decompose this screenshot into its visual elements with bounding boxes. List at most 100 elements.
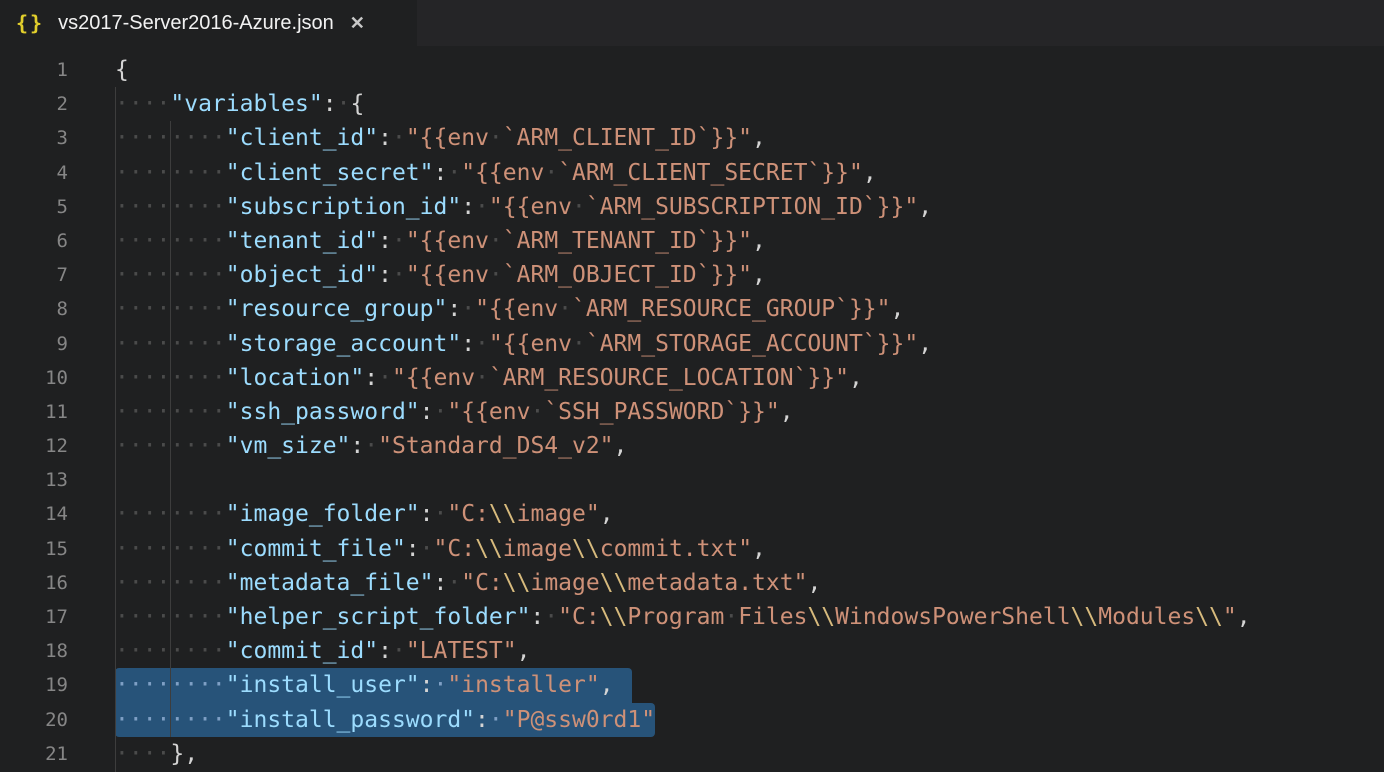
code-line[interactable]: 8 ········"resource_group":·"{{env·`ARM_R… bbox=[0, 292, 1384, 326]
tab-vs2017-server2016-azure[interactable]: {} vs2017-Server2016-Azure.json ✕ bbox=[0, 0, 417, 46]
code-line[interactable]: 10 ········"location":·"{{env·`ARM_RESOUR… bbox=[0, 361, 1384, 395]
code-token: "subscription_id" bbox=[226, 194, 461, 220]
code-line[interactable]: 1{ bbox=[0, 53, 1384, 87]
code-token: image" bbox=[517, 501, 600, 527]
code-content: ····}, bbox=[115, 737, 1384, 771]
whitespace-dots: · bbox=[489, 228, 503, 254]
code-token: "{{env·`SSH_PASSWORD`}}" bbox=[447, 399, 779, 425]
code-token: "ssh_password" bbox=[226, 399, 420, 425]
line-number[interactable]: 7 bbox=[0, 258, 68, 292]
code-token: \\ bbox=[503, 570, 531, 596]
close-tab-icon[interactable]: ✕ bbox=[350, 13, 365, 34]
code-line[interactable]: 6········"tenant_id":·"{{env·`ARM_TENANT… bbox=[0, 224, 1384, 258]
code-line[interactable]: 3········"client_id":·"{{env·`ARM_CLIENT… bbox=[0, 121, 1384, 155]
whitespace-dots: · bbox=[489, 125, 503, 151]
code-token: , bbox=[1237, 604, 1251, 630]
line-number[interactable]: 17 bbox=[0, 600, 68, 634]
line-number[interactable]: 1 bbox=[0, 53, 68, 87]
code-editor[interactable]: 1{2····"variables":·{3········"client_id… bbox=[0, 46, 1384, 772]
code-line[interactable]: 14········"image_folder":·"C:\\image", bbox=[0, 497, 1384, 531]
whitespace-dots: · bbox=[572, 331, 586, 357]
selection-newline-tail bbox=[614, 668, 632, 702]
code-token: , bbox=[752, 536, 766, 562]
code-token: , bbox=[752, 262, 766, 288]
code-line[interactable]: 21 ····}, bbox=[0, 737, 1384, 771]
code-token: \\ bbox=[475, 536, 503, 562]
whitespace-dots: · bbox=[447, 160, 461, 186]
line-number[interactable]: 19 bbox=[0, 668, 68, 702]
whitespace-dots: · bbox=[489, 707, 503, 733]
code-token: "resource_group" bbox=[226, 296, 448, 322]
code-token: , bbox=[807, 570, 821, 596]
code-token: "{{env·`ARM_TENANT_ID`}}" bbox=[406, 228, 752, 254]
code-line[interactable]: 9········"storage_account":·"{{env·`ARM_… bbox=[0, 327, 1384, 361]
line-number[interactable]: 8 bbox=[0, 292, 68, 326]
code-line[interactable]: 15········"commit_file":·"C:\\image\\com… bbox=[0, 532, 1384, 566]
code-line[interactable]: 13 bbox=[0, 463, 1384, 497]
whitespace-dots: · bbox=[434, 501, 448, 527]
code-token: :· bbox=[350, 433, 378, 459]
code-content: ········"helper_script_folder":·"C:\\Pro… bbox=[115, 600, 1384, 634]
code-token: metadata.txt" bbox=[627, 570, 807, 596]
code-token: , bbox=[600, 672, 614, 698]
code-token: :· bbox=[461, 194, 489, 220]
code-token: :· bbox=[434, 570, 462, 596]
line-number[interactable]: 14 bbox=[0, 497, 68, 531]
line-number[interactable]: 20 bbox=[0, 703, 68, 737]
line-number[interactable]: 4 bbox=[0, 156, 68, 190]
code-line[interactable]: 18········"commit_id":·"LATEST", bbox=[0, 634, 1384, 668]
line-number[interactable]: 21 bbox=[0, 737, 68, 771]
tab-bar: {} vs2017-Server2016-Azure.json ✕ bbox=[0, 0, 1384, 46]
line-number[interactable]: 13 bbox=[0, 463, 68, 497]
code-content: ········"metadata_file":·"C:\\image\\met… bbox=[115, 566, 1384, 600]
line-number[interactable]: 10 bbox=[0, 361, 68, 395]
code-token: "{{env·`ARM_RESOURCE_LOCATION`}}" bbox=[392, 365, 849, 391]
line-number[interactable]: 12 bbox=[0, 429, 68, 463]
whitespace-dots: · bbox=[724, 604, 738, 630]
line-number[interactable]: 18 bbox=[0, 634, 68, 668]
whitespace-dots: · bbox=[378, 365, 392, 391]
code-token: :· bbox=[364, 365, 392, 391]
whitespace-dots: · bbox=[392, 125, 406, 151]
whitespace-dots: · bbox=[475, 194, 489, 220]
whitespace-dots: · bbox=[544, 604, 558, 630]
line-number[interactable]: 6 bbox=[0, 224, 68, 258]
code-line[interactable]: 7········"object_id":·"{{env·`ARM_OBJECT… bbox=[0, 258, 1384, 292]
code-line[interactable]: 5········"subscription_id":·"{{env·`ARM_… bbox=[0, 190, 1384, 224]
code-token: "P@ssw0rd1" bbox=[503, 707, 655, 733]
line-number[interactable]: 5 bbox=[0, 190, 68, 224]
code-content: ········"image_folder":·"C:\\image", bbox=[115, 497, 1384, 531]
indent-guide bbox=[170, 121, 171, 737]
whitespace-dots: · bbox=[392, 638, 406, 664]
code-line[interactable]: 12········"vm_size":·"Standard_DS4_v2", bbox=[0, 429, 1384, 463]
code-line[interactable]: 20········"install_password":·"P@ssw0rd1… bbox=[0, 703, 1384, 737]
line-number[interactable]: 9 bbox=[0, 327, 68, 361]
code-line[interactable]: 16 ········"metadata_file":·"C:\\image\\m… bbox=[0, 566, 1384, 600]
code-content: ········"subscription_id":·"{{env·`ARM_S… bbox=[115, 190, 1384, 224]
code-token: "object_id" bbox=[226, 262, 378, 288]
line-number[interactable]: 15 bbox=[0, 532, 68, 566]
code-token: "{{env·`ARM_SUBSCRIPTION_ID`}}" bbox=[489, 194, 918, 220]
code-token: "install_user" bbox=[226, 672, 420, 698]
code-token: :· bbox=[530, 604, 558, 630]
whitespace-dots: · bbox=[544, 160, 558, 186]
indent-guide bbox=[115, 87, 116, 772]
code-line[interactable]: 17········"helper_script_folder":·"C:\\P… bbox=[0, 600, 1384, 634]
code-token: "image_folder" bbox=[226, 501, 420, 527]
line-number[interactable]: 2 bbox=[0, 87, 68, 121]
code-content: ········"resource_group":·"{{env·`ARM_RE… bbox=[115, 292, 1384, 326]
line-number[interactable]: 3 bbox=[0, 121, 68, 155]
code-line[interactable]: 4········"client_secret":·"{{env·`ARM_CL… bbox=[0, 156, 1384, 190]
code-token: "LATEST" bbox=[406, 638, 517, 664]
code-line[interactable]: 11········"ssh_password":·"{{env·`SSH_PA… bbox=[0, 395, 1384, 429]
line-number[interactable]: 11 bbox=[0, 395, 68, 429]
code-line[interactable]: 19········"install_user":·"installer", bbox=[0, 668, 1384, 702]
code-token: WindowsPowerShell bbox=[835, 604, 1070, 630]
code-content: ········"ssh_password":·"{{env·`SSH_PASS… bbox=[115, 395, 1384, 429]
whitespace-dots: · bbox=[530, 399, 544, 425]
code-line[interactable]: 2····"variables":·{ bbox=[0, 87, 1384, 121]
code-token: , bbox=[918, 331, 932, 357]
line-number[interactable]: 16 bbox=[0, 566, 68, 600]
code-token: "Standard_DS4_v2" bbox=[378, 433, 613, 459]
code-content: ········"location":·"{{env·`ARM_RESOURCE… bbox=[115, 361, 1384, 395]
